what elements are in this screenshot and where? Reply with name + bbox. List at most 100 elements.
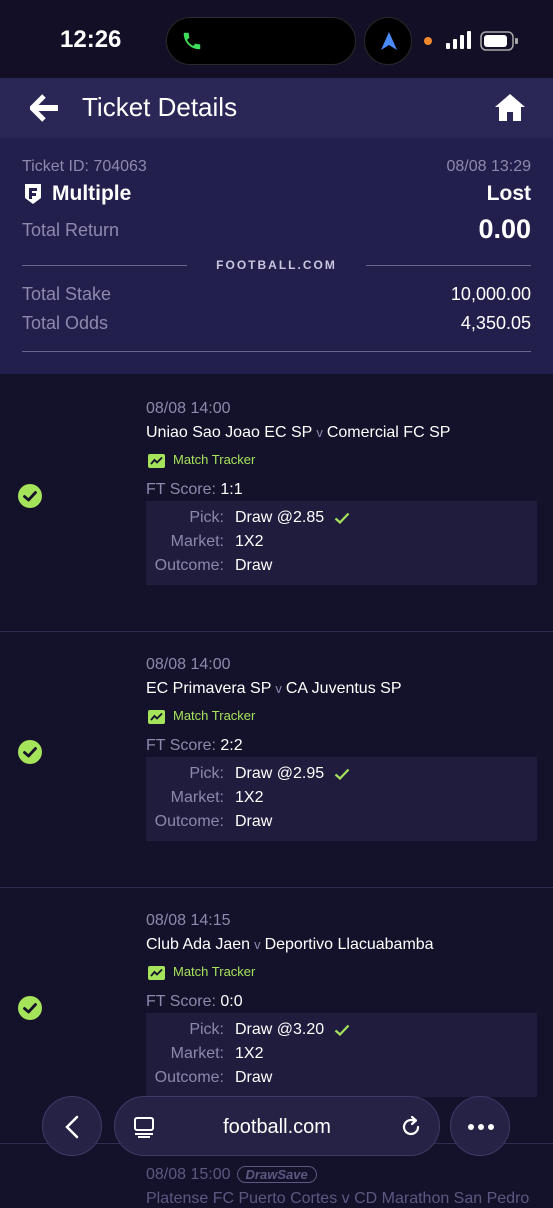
partial-datetime: 08/08 15:00	[146, 1166, 231, 1183]
outcome-value: Draw	[235, 813, 273, 830]
match-datetime: 08/08 14:00	[146, 400, 231, 417]
outcome-value: Draw	[235, 1069, 273, 1086]
pick-details: Pick: Draw @3.20 Market: 1X2 Outcome: Dr…	[146, 1013, 537, 1097]
correct-tick-icon	[334, 512, 350, 524]
reload-icon[interactable]	[399, 1115, 423, 1139]
outcome-label: Outcome:	[154, 1069, 224, 1086]
home-team: Uniao Sao Joao EC SP	[146, 424, 313, 441]
match-tracker-link[interactable]: Match Tracker	[148, 964, 255, 980]
match-card: 08/08 14:00 EC Primavera SP v CA Juventus …	[0, 631, 553, 888]
pick-details: Pick: Draw @2.95 Market: 1X2 Outcome: Dr…	[146, 757, 537, 841]
ticket-type-row: Multiple Lost	[22, 182, 531, 206]
market-label: Market:	[170, 789, 224, 806]
navigation-arrow-icon	[381, 32, 397, 50]
outcome-row: Outcome: Draw	[146, 1069, 537, 1093]
total-stake-label: Total Stake	[22, 284, 112, 304]
status-bar: 12:26	[0, 0, 553, 78]
dynamic-island[interactable]	[166, 17, 356, 65]
market-value: 1X2	[235, 1045, 264, 1062]
versus-label: v	[275, 681, 282, 696]
outcome-value: Draw	[235, 557, 273, 574]
correct-tick-icon	[334, 768, 350, 780]
ticket-id-row: Ticket ID: 704063 08/08 13:29	[22, 158, 531, 176]
away-team: Deportivo Llacuabamba	[264, 936, 434, 953]
correct-tick-icon	[334, 1024, 350, 1036]
pick-row: Pick: Draw @2.95	[146, 765, 537, 789]
market-row: Market: 1X2	[146, 789, 537, 813]
pick-value: Draw @2.95	[235, 765, 325, 782]
market-label: Market:	[170, 1045, 224, 1062]
back-arrow-icon[interactable]	[30, 94, 60, 122]
home-icon[interactable]	[494, 92, 526, 122]
outcome-label: Outcome:	[154, 813, 224, 830]
more-dots-icon	[468, 1124, 494, 1130]
total-return-value: 0.00	[478, 214, 531, 244]
chevron-left-icon	[65, 1115, 79, 1139]
match-teams[interactable]: Uniao Sao Joao EC SP v Comercial FC SP	[146, 424, 450, 442]
market-value: 1X2	[235, 789, 264, 806]
phone-call-icon	[183, 32, 201, 50]
away-team: CA Juventus SP	[285, 680, 402, 697]
home-team: Club Ada Jaen	[146, 936, 251, 953]
match-datetime: 08/08 14:15	[146, 912, 231, 929]
match-tracker-link[interactable]: Match Tracker	[148, 452, 255, 468]
signal-icon	[446, 31, 471, 49]
ft-score-row: FT Score: 2:2	[146, 737, 243, 755]
total-stake-row: Total Stake 10,000.00	[22, 284, 531, 305]
status-time: 12:26	[60, 26, 122, 53]
outcome-row: Outcome: Draw	[146, 813, 537, 837]
won-check-icon	[18, 484, 42, 508]
browser-back-button[interactable]	[42, 1096, 102, 1156]
ft-score-value: 2:2	[220, 737, 243, 754]
outcome-row: Outcome: Draw	[146, 557, 537, 581]
market-row: Market: 1X2	[146, 1045, 537, 1069]
ft-score-label: FT Score:	[146, 737, 216, 754]
match-teams[interactable]: EC Primavera SP v CA Juventus SP	[146, 680, 402, 698]
won-check-icon	[18, 996, 42, 1020]
url-text: football.com	[223, 1116, 331, 1138]
match-teams[interactable]: Club Ada Jaen v Deportivo Llacuabamba	[146, 936, 434, 954]
navigation-indicator[interactable]	[364, 17, 412, 65]
market-label: Market:	[170, 533, 224, 550]
pick-details: Pick: Draw @2.85 Market: 1X2 Outcome: Dr…	[146, 501, 537, 585]
pick-row: Pick: Draw @3.20	[146, 1021, 537, 1045]
pick-value: Draw @3.20	[235, 1021, 325, 1038]
ticket-date: 08/08 13:29	[446, 158, 531, 175]
total-stake-value: 10,000.00	[450, 284, 531, 304]
browser-toolbar: football.com	[0, 1096, 553, 1158]
ticket-id: Ticket ID: 704063	[22, 158, 147, 175]
pick-value: Draw @2.85	[235, 509, 325, 526]
pick-label: Pick:	[189, 765, 224, 782]
total-return-row: Total Return 0.00	[22, 214, 531, 244]
match-tracker-icon	[148, 709, 165, 724]
url-bar[interactable]: football.com	[114, 1096, 440, 1156]
outcome-label: Outcome:	[154, 557, 224, 574]
total-odds-row: Total Odds 4,350.05	[22, 313, 531, 334]
match-datetime: 08/08 14:00	[146, 656, 231, 673]
total-odds-value: 4,350.05	[460, 313, 531, 333]
browser-more-button[interactable]	[450, 1096, 510, 1156]
match-tracker-link[interactable]: Match Tracker	[148, 708, 255, 724]
app-header: Ticket Details	[0, 78, 553, 138]
partial-match-datetime: 08/08 15:00 DrawSave	[146, 1166, 317, 1184]
match-tracker-icon	[148, 965, 165, 980]
ticket-type: Multiple	[52, 182, 132, 205]
versus-label: v	[316, 425, 323, 440]
ft-score-value: 0:0	[220, 993, 243, 1010]
total-odds-label: Total Odds	[22, 313, 109, 333]
brand-divider: FOOTBALL.COM	[22, 256, 531, 276]
versus-label: v	[254, 937, 261, 952]
partial-match-teams: Platense FC Puerto Cortes v CD Marathon …	[146, 1190, 530, 1207]
drawsave-badge: DrawSave	[236, 1166, 317, 1183]
market-value: 1X2	[235, 533, 264, 550]
battery-icon	[480, 31, 518, 51]
pick-label: Pick:	[189, 509, 224, 526]
multiple-bet-icon	[25, 184, 41, 205]
ft-score-value: 1:1	[220, 481, 243, 498]
home-team: EC Primavera SP	[146, 680, 272, 697]
ft-score-row: FT Score: 0:0	[146, 993, 243, 1011]
match-tracker-label: Match Tracker	[173, 708, 256, 723]
page-title: Ticket Details	[82, 92, 238, 122]
pick-label: Pick:	[189, 1021, 224, 1038]
divider	[22, 351, 531, 352]
